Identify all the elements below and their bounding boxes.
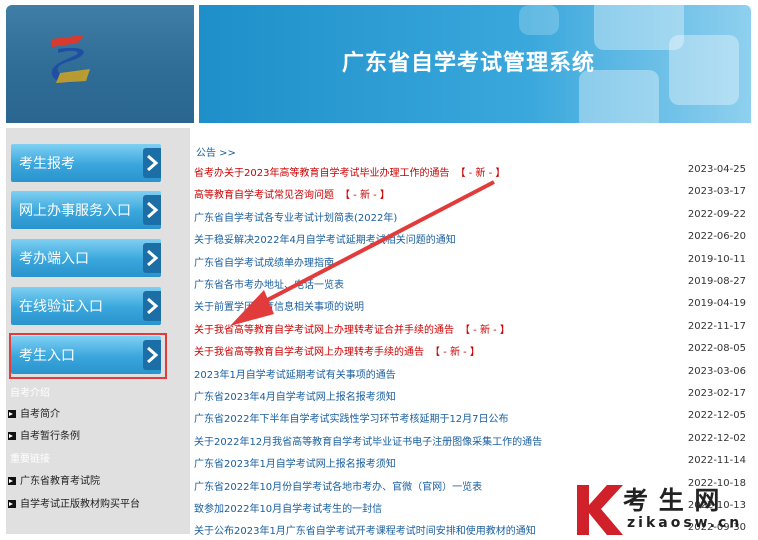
bullet-icon — [8, 477, 16, 485]
chevron-right-icon — [143, 243, 161, 273]
notice-date: 2022-08-05 — [687, 343, 746, 355]
notice-row[interactable]: 广东省2022年下半年自学考试实践性学习环节考核延期于12月7日公布 2022-1… — [194, 406, 752, 428]
k-logo-icon — [577, 485, 623, 535]
new-badge: 【 - 新 - 】 — [430, 347, 480, 359]
bullet-icon — [8, 410, 16, 418]
header: 广东省自学考试管理系统 — [6, 5, 751, 123]
chevron-right-icon — [143, 195, 161, 225]
notice-date: 2023-03-06 — [687, 365, 746, 377]
notice-row[interactable]: 广东省2023年4月自学考试网上报名报考须知 2023-02-17 — [194, 384, 752, 406]
notice-title[interactable]: 关于公布2023年1月广东省自学考试开考课程考试时间安排和使用教材的通知 — [194, 522, 536, 537]
notice-date: 2023-03-17 — [687, 186, 746, 198]
nav-label: 考生报考 — [19, 156, 75, 172]
notice-row[interactable]: 关于我省高等教育自学考试网上办理转考手续的通告【 - 新 - 】 2022-08-… — [194, 339, 752, 361]
notice-date: 2023-02-17 — [687, 388, 746, 399]
watermark-domain: zikaosw.cn — [627, 515, 743, 531]
notice-date: 2022-06-20 — [687, 231, 746, 243]
chevron-right-icon — [143, 148, 161, 178]
bullet-icon — [8, 432, 16, 440]
highlight-box — [9, 333, 167, 379]
logo-panel — [6, 5, 194, 123]
notice-date: 2023-04-25 — [687, 164, 746, 175]
notice-date: 2022-11-14 — [687, 455, 746, 467]
chevron-right-icon — [143, 291, 161, 321]
nav-button-online-service[interactable]: 网上办事服务入口 — [11, 191, 161, 229]
nav-label: 考办端入口 — [19, 251, 89, 267]
nav-button-online-verify[interactable]: 在线验证入口 — [11, 287, 161, 325]
watermark-brand: 考 生 网 — [623, 486, 721, 515]
nav-button-office-portal[interactable]: 考办端入口 — [11, 239, 161, 277]
section-heading: 自考介绍 — [10, 388, 50, 399]
side-link-regulations[interactable]: 自考暂行条例 — [8, 427, 80, 442]
nav-label: 在线验证入口 — [19, 299, 103, 315]
arrow-annotation-icon — [230, 180, 495, 326]
side-link-exam-board[interactable]: 广东省教育考试院 — [8, 472, 100, 487]
notice-title[interactable]: 致参加2022年10月自学考试考生的一封信 — [194, 500, 382, 515]
notice-title[interactable]: 广东省2022年下半年自学考试实践性学习环节考核延期于12月7日公布 — [194, 410, 509, 425]
sidebar: 考生报考 网上办事服务入口 考办端入口 在线验证入口 考生入口 自考介绍 自考简… — [6, 128, 190, 534]
notice-date: 2019-08-27 — [687, 276, 746, 287]
notice-date: 2022-12-05 — [687, 410, 746, 422]
notice-date: 2019-10-11 — [687, 253, 746, 265]
logo-icon — [51, 35, 90, 83]
watermark: 考 生 网 zikaosw.cn — [573, 477, 758, 540]
notice-title[interactable]: 广东省2022年10月份自学考试各地市考办、官微（官网）一览表 — [194, 478, 482, 493]
banner: 广东省自学考试管理系统 — [199, 5, 751, 123]
notice-title[interactable]: 关于我省高等教育自学考试网上办理转考手续的通告【 - 新 - 】 — [194, 343, 480, 358]
notice-date: 2019-04-19 — [687, 298, 746, 310]
nav-label: 网上办事服务入口 — [19, 203, 131, 219]
page-title: 广东省自学考试管理系统 — [342, 51, 596, 76]
side-link-textbook[interactable]: 自学考试正版教材购买平台 — [8, 495, 140, 510]
notice-title[interactable]: 2023年1月自学考试延期考试有关事项的通告 — [194, 366, 396, 381]
notice-date: 2022-11-17 — [687, 320, 746, 332]
notice-title[interactable]: 关于2022年12月我省高等教育自学考试毕业证书电子注册图像采集工作的通告 — [194, 433, 542, 448]
nav-button-register[interactable]: 考生报考 — [11, 144, 161, 182]
notice-date: 2022-09-22 — [687, 208, 746, 220]
notice-row[interactable]: 广东省2023年1月自学考试网上报名报考须知 2022-11-14 — [194, 451, 752, 473]
notice-title[interactable]: 省考办关于2023年高等教育自学考试毕业办理工作的通告【 - 新 - 】 — [194, 164, 505, 179]
notice-date: 2022-12-02 — [687, 432, 746, 444]
notice-title[interactable]: 广东省2023年1月自学考试网上报名报考须知 — [194, 455, 396, 470]
notice-row[interactable]: 关于2022年12月我省高等教育自学考试毕业证书电子注册图像采集工作的通告 202… — [194, 429, 752, 451]
notice-row[interactable]: 2023年1月自学考试延期考试有关事项的通告 2023-03-06 — [194, 362, 752, 384]
section-heading: 重要链接 — [10, 454, 50, 465]
notice-title[interactable]: 广东省2023年4月自学考试网上报名报考须知 — [194, 388, 396, 403]
notice-header[interactable]: 公告 >> — [196, 144, 236, 159]
side-link-intro[interactable]: 自考简介 — [8, 405, 60, 420]
bullet-icon — [8, 500, 16, 508]
